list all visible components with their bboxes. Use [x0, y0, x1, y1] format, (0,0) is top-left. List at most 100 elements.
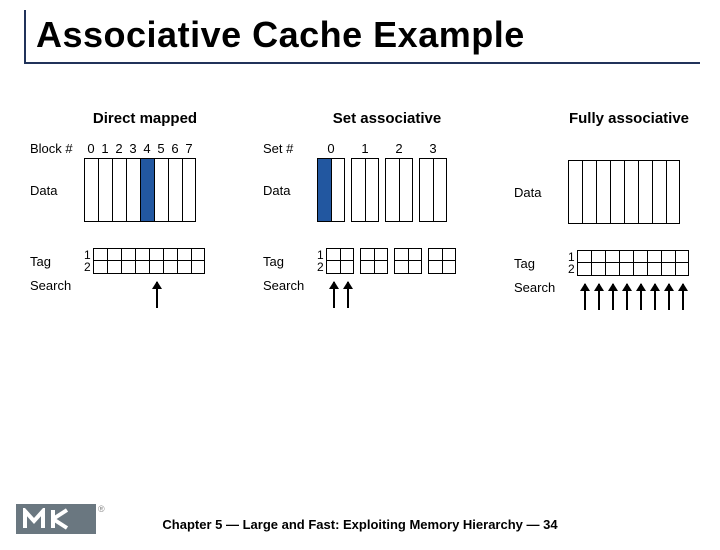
data-row-direct: Data	[30, 158, 206, 222]
cache-cell	[568, 160, 582, 224]
block-index: 5	[154, 141, 168, 156]
cache-cell	[168, 158, 182, 222]
tag-row-full: Tag 1 2	[514, 250, 690, 276]
label-data: Data	[30, 183, 84, 198]
set-index: 2	[385, 141, 413, 156]
cache-cell	[135, 248, 149, 274]
search-arrow-slot	[341, 282, 355, 308]
up-arrow-icon	[347, 282, 349, 308]
cache-cell	[126, 158, 140, 222]
label-block-num: Block #	[30, 141, 84, 156]
search-arrow-slot	[178, 282, 192, 308]
cache-cell	[98, 158, 112, 222]
panel-fully-associative: Fully associative Data Tag 1 2 Search	[514, 110, 690, 314]
data-row-full: Data	[514, 160, 690, 224]
cache-set	[360, 248, 388, 274]
search-row-set: Search	[263, 278, 457, 308]
up-arrow-icon	[640, 284, 642, 310]
cache-cell	[419, 158, 433, 222]
search-arrow-slot	[361, 282, 375, 308]
search-arrow-slot	[136, 282, 150, 308]
registered-mark: ®	[98, 504, 105, 514]
data-row-set: Data	[263, 158, 457, 222]
slide-footer: Chapter 5 — Large and Fast: Exploiting M…	[0, 517, 720, 532]
search-arrow-slot	[375, 282, 389, 308]
cache-cell	[385, 158, 399, 222]
cache-cell	[191, 248, 205, 274]
full-index-row	[514, 141, 690, 158]
search-arrow-slot	[429, 282, 443, 308]
cache-cell	[340, 248, 354, 274]
tag-row-nums: 1 2	[84, 249, 91, 273]
block-index: 2	[112, 141, 126, 156]
cache-cell	[666, 160, 680, 224]
block-index: 0	[84, 141, 98, 156]
cache-cell	[317, 158, 331, 222]
set-index: 1	[351, 141, 379, 156]
block-index: 6	[168, 141, 182, 156]
title-bar: Associative Cache Example	[24, 10, 700, 64]
search-arrow-slot	[443, 282, 457, 308]
label-tag: Tag	[263, 254, 317, 269]
up-arrow-icon	[598, 284, 600, 310]
cache-set	[394, 248, 422, 274]
cache-cell	[112, 158, 126, 222]
cache-cell	[605, 250, 619, 276]
search-arrow-slot	[150, 282, 164, 308]
cache-cell	[582, 160, 596, 224]
cache-cell	[428, 248, 442, 274]
search-arrow-slot	[620, 284, 634, 310]
up-arrow-icon	[668, 284, 670, 310]
cache-set	[351, 158, 379, 222]
cache-cell	[394, 248, 408, 274]
cache-cell	[624, 160, 638, 224]
cache-cell	[652, 160, 666, 224]
label-search: Search	[263, 278, 317, 293]
cache-set	[428, 248, 456, 274]
cache-set	[385, 158, 413, 222]
cache-cell	[121, 248, 135, 274]
cache-cell	[442, 248, 456, 274]
panel-title-set: Set associative	[317, 110, 457, 127]
cache-cell	[331, 158, 345, 222]
up-arrow-icon	[626, 284, 628, 310]
cache-cell	[661, 250, 675, 276]
up-arrow-icon	[612, 284, 614, 310]
label-tag: Tag	[30, 254, 84, 269]
label-data: Data	[263, 183, 317, 198]
cache-cell	[154, 158, 168, 222]
panel-set-associative: Set associative Set # 0123 Data Tag 1 2 …	[263, 110, 457, 314]
tag-row-nums: 1 2	[568, 251, 575, 275]
set-index-row: Set # 0123	[263, 141, 457, 156]
block-index: 7	[182, 141, 196, 156]
tag-row-set: Tag 1 2	[263, 248, 457, 274]
cache-cell	[399, 158, 413, 222]
up-arrow-icon	[584, 284, 586, 310]
panel-title-direct: Direct mapped	[84, 110, 206, 127]
tag-row-direct: Tag 1 2	[30, 248, 206, 274]
cache-cell	[433, 158, 447, 222]
search-arrow-slot	[164, 282, 178, 308]
cache-cell	[675, 250, 689, 276]
cache-cell	[374, 248, 388, 274]
panel-direct-mapped: Direct mapped Block # 01234567 Data Tag …	[30, 110, 206, 314]
up-arrow-icon	[654, 284, 656, 310]
cache-cell	[365, 158, 379, 222]
cache-cell	[360, 248, 374, 274]
cache-cell	[610, 160, 624, 224]
search-arrow-slot	[395, 282, 409, 308]
cache-cell	[619, 250, 633, 276]
block-index-row: Block # 01234567	[30, 141, 206, 156]
block-index: 1	[98, 141, 112, 156]
set-index: 0	[317, 141, 345, 156]
search-arrow-slot	[192, 282, 206, 308]
label-search: Search	[30, 278, 84, 293]
cache-cell	[647, 250, 661, 276]
search-arrow-slot	[606, 284, 620, 310]
block-index: 4	[140, 141, 154, 156]
up-arrow-icon	[333, 282, 335, 308]
cache-cell	[182, 158, 196, 222]
search-arrow-slot	[634, 284, 648, 310]
cache-cell	[591, 250, 605, 276]
cache-cell	[577, 250, 591, 276]
